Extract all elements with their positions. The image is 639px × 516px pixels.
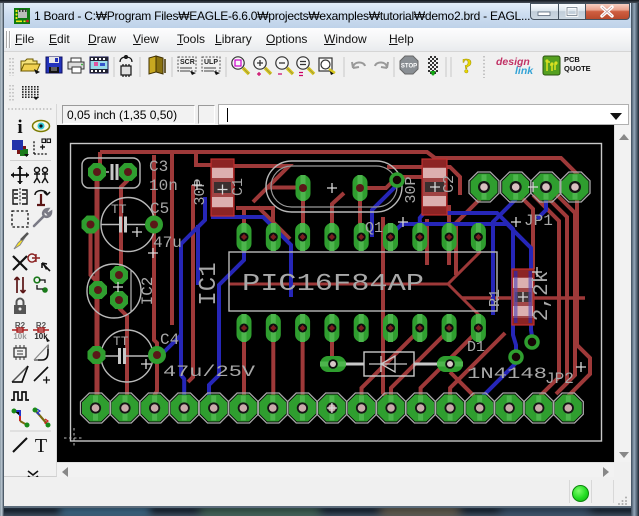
svg-text:10k: 10k [13, 332, 27, 341]
svg-text:JP2: JP2 [545, 370, 574, 388]
svg-text:2,2k: 2,2k [531, 271, 554, 321]
svg-text:10k: 10k [34, 332, 48, 341]
svg-text:D1: D1 [467, 339, 485, 356]
svg-text:Q1: Q1 [365, 220, 383, 237]
svg-text:PCB: PCB [564, 55, 580, 64]
svg-text:i: i [17, 117, 22, 138]
svg-text:TT: TT [113, 334, 129, 349]
svg-text:TT: TT [111, 202, 127, 217]
svg-text:C1: C1 [230, 178, 247, 196]
svg-text:10n: 10n [149, 177, 178, 195]
svg-text:47u/25V: 47u/25V [163, 363, 256, 381]
svg-text:30P: 30P [403, 176, 420, 203]
svg-text:R1: R1 [487, 289, 504, 307]
svg-text:JP1: JP1 [524, 212, 553, 230]
svg-text:C4: C4 [160, 331, 179, 349]
svg-text:PIC16F84AP: PIC16F84AP [242, 271, 424, 298]
svg-text:QUOTE: QUOTE [564, 64, 591, 73]
svg-text:ULP: ULP [204, 59, 218, 66]
svg-text:C2: C2 [441, 175, 458, 193]
svg-text:C5: C5 [150, 200, 169, 218]
svg-text:T: T [35, 435, 47, 457]
svg-text:C3: C3 [149, 158, 168, 176]
svg-text:STOP: STOP [401, 64, 417, 70]
svg-text:link: link [515, 65, 534, 77]
svg-text:IC1: IC1 [196, 262, 223, 305]
svg-text:IC2: IC2 [139, 277, 157, 306]
svg-text:?: ? [462, 54, 473, 78]
svg-text:47u: 47u [153, 234, 182, 252]
svg-text:1N4148: 1N4148 [467, 365, 547, 383]
svg-text:30P: 30P [192, 178, 209, 205]
svg-text:SCR: SCR [180, 59, 195, 66]
